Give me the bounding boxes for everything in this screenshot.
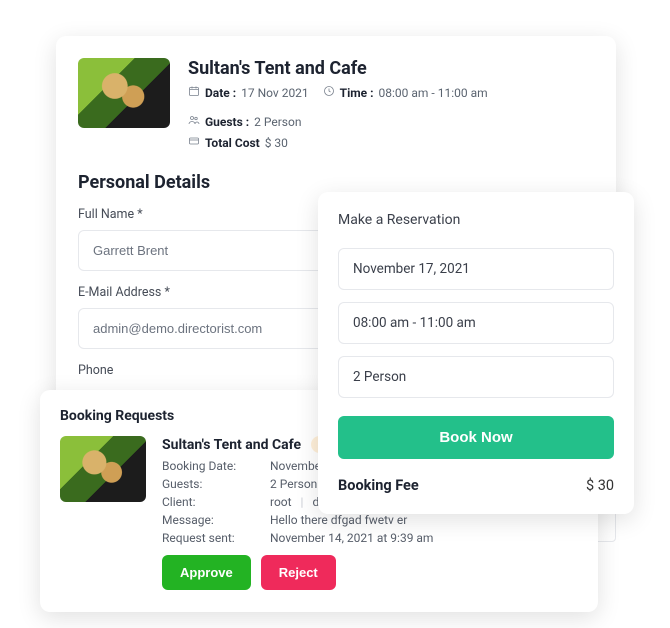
meta-time: Time : 08:00 am - 11:00 am — [323, 85, 488, 100]
guests-value: 2 Person — [254, 115, 301, 129]
client-key: Client: — [162, 495, 270, 509]
booking-date-key: Booking Date: — [162, 459, 270, 473]
details-header-text: Sultan's Tent and Cafe Date : 17 Nov 202… — [188, 58, 594, 150]
time-value: 08:00 am - 11:00 am — [379, 86, 488, 100]
reservation-date-select[interactable]: November 17, 2021 — [338, 248, 614, 290]
kv-sent: Request sent: November 14, 2021 at 9:39 … — [162, 531, 578, 545]
date-value: 17 Nov 2021 — [241, 86, 309, 100]
meta-date: Date : 17 Nov 2021 — [188, 85, 309, 100]
date-label: Date : — [205, 86, 236, 100]
action-row: Approve Reject — [162, 555, 578, 590]
total-cost-value: $ 30 — [265, 136, 288, 150]
listing-title: Sultan's Tent and Cafe — [188, 58, 594, 79]
client-name: root — [270, 495, 292, 509]
request-thumbnail — [60, 436, 146, 502]
card-icon — [188, 135, 200, 150]
reservation-time-select[interactable]: 08:00 am - 11:00 am — [338, 302, 614, 344]
book-now-button[interactable]: Book Now — [338, 416, 614, 459]
separator: | — [301, 495, 304, 509]
booking-date-value: November — [270, 459, 325, 473]
meta-row-1: Date : 17 Nov 2021 Time : 08:00 am - 11:… — [188, 85, 594, 129]
guests-key: Guests: — [162, 477, 270, 491]
reservation-card: Make a Reservation November 17, 2021 08:… — [318, 192, 634, 514]
request-title: Sultan's Tent and Cafe — [162, 437, 301, 453]
time-label: Time : — [340, 86, 374, 100]
reservation-title: Make a Reservation — [338, 212, 614, 228]
reservation-guests-select[interactable]: 2 Person — [338, 356, 614, 398]
calendar-icon — [188, 85, 200, 100]
listing-thumbnail — [78, 58, 170, 128]
kv-message: Message: Hello there dfgad fwetv er — [162, 513, 578, 527]
meta-row-2: Total Cost $ 30 — [188, 135, 594, 150]
details-header: Sultan's Tent and Cafe Date : 17 Nov 202… — [78, 58, 594, 150]
sent-key: Request sent: — [162, 531, 270, 545]
guests-value: 2 Person — [270, 477, 317, 491]
guests-label: Guests : — [205, 115, 249, 129]
message-key: Message: — [162, 513, 270, 527]
meta-guests: Guests : 2 Person — [188, 114, 301, 129]
approve-button[interactable]: Approve — [162, 555, 251, 590]
total-cost-label: Total Cost — [205, 136, 260, 150]
message-value: Hello there dfgad fwetv er — [270, 513, 407, 527]
section-title: Personal Details — [78, 172, 594, 193]
clock-icon — [323, 85, 335, 100]
meta-total-cost: Total Cost $ 30 — [188, 135, 288, 150]
users-icon — [188, 114, 200, 129]
reject-button[interactable]: Reject — [261, 555, 336, 590]
fee-value: $ 30 — [586, 477, 614, 494]
fee-label: Booking Fee — [338, 477, 419, 494]
fee-row: Booking Fee $ 30 — [338, 477, 614, 494]
sent-value: November 14, 2021 at 9:39 am — [270, 531, 433, 545]
